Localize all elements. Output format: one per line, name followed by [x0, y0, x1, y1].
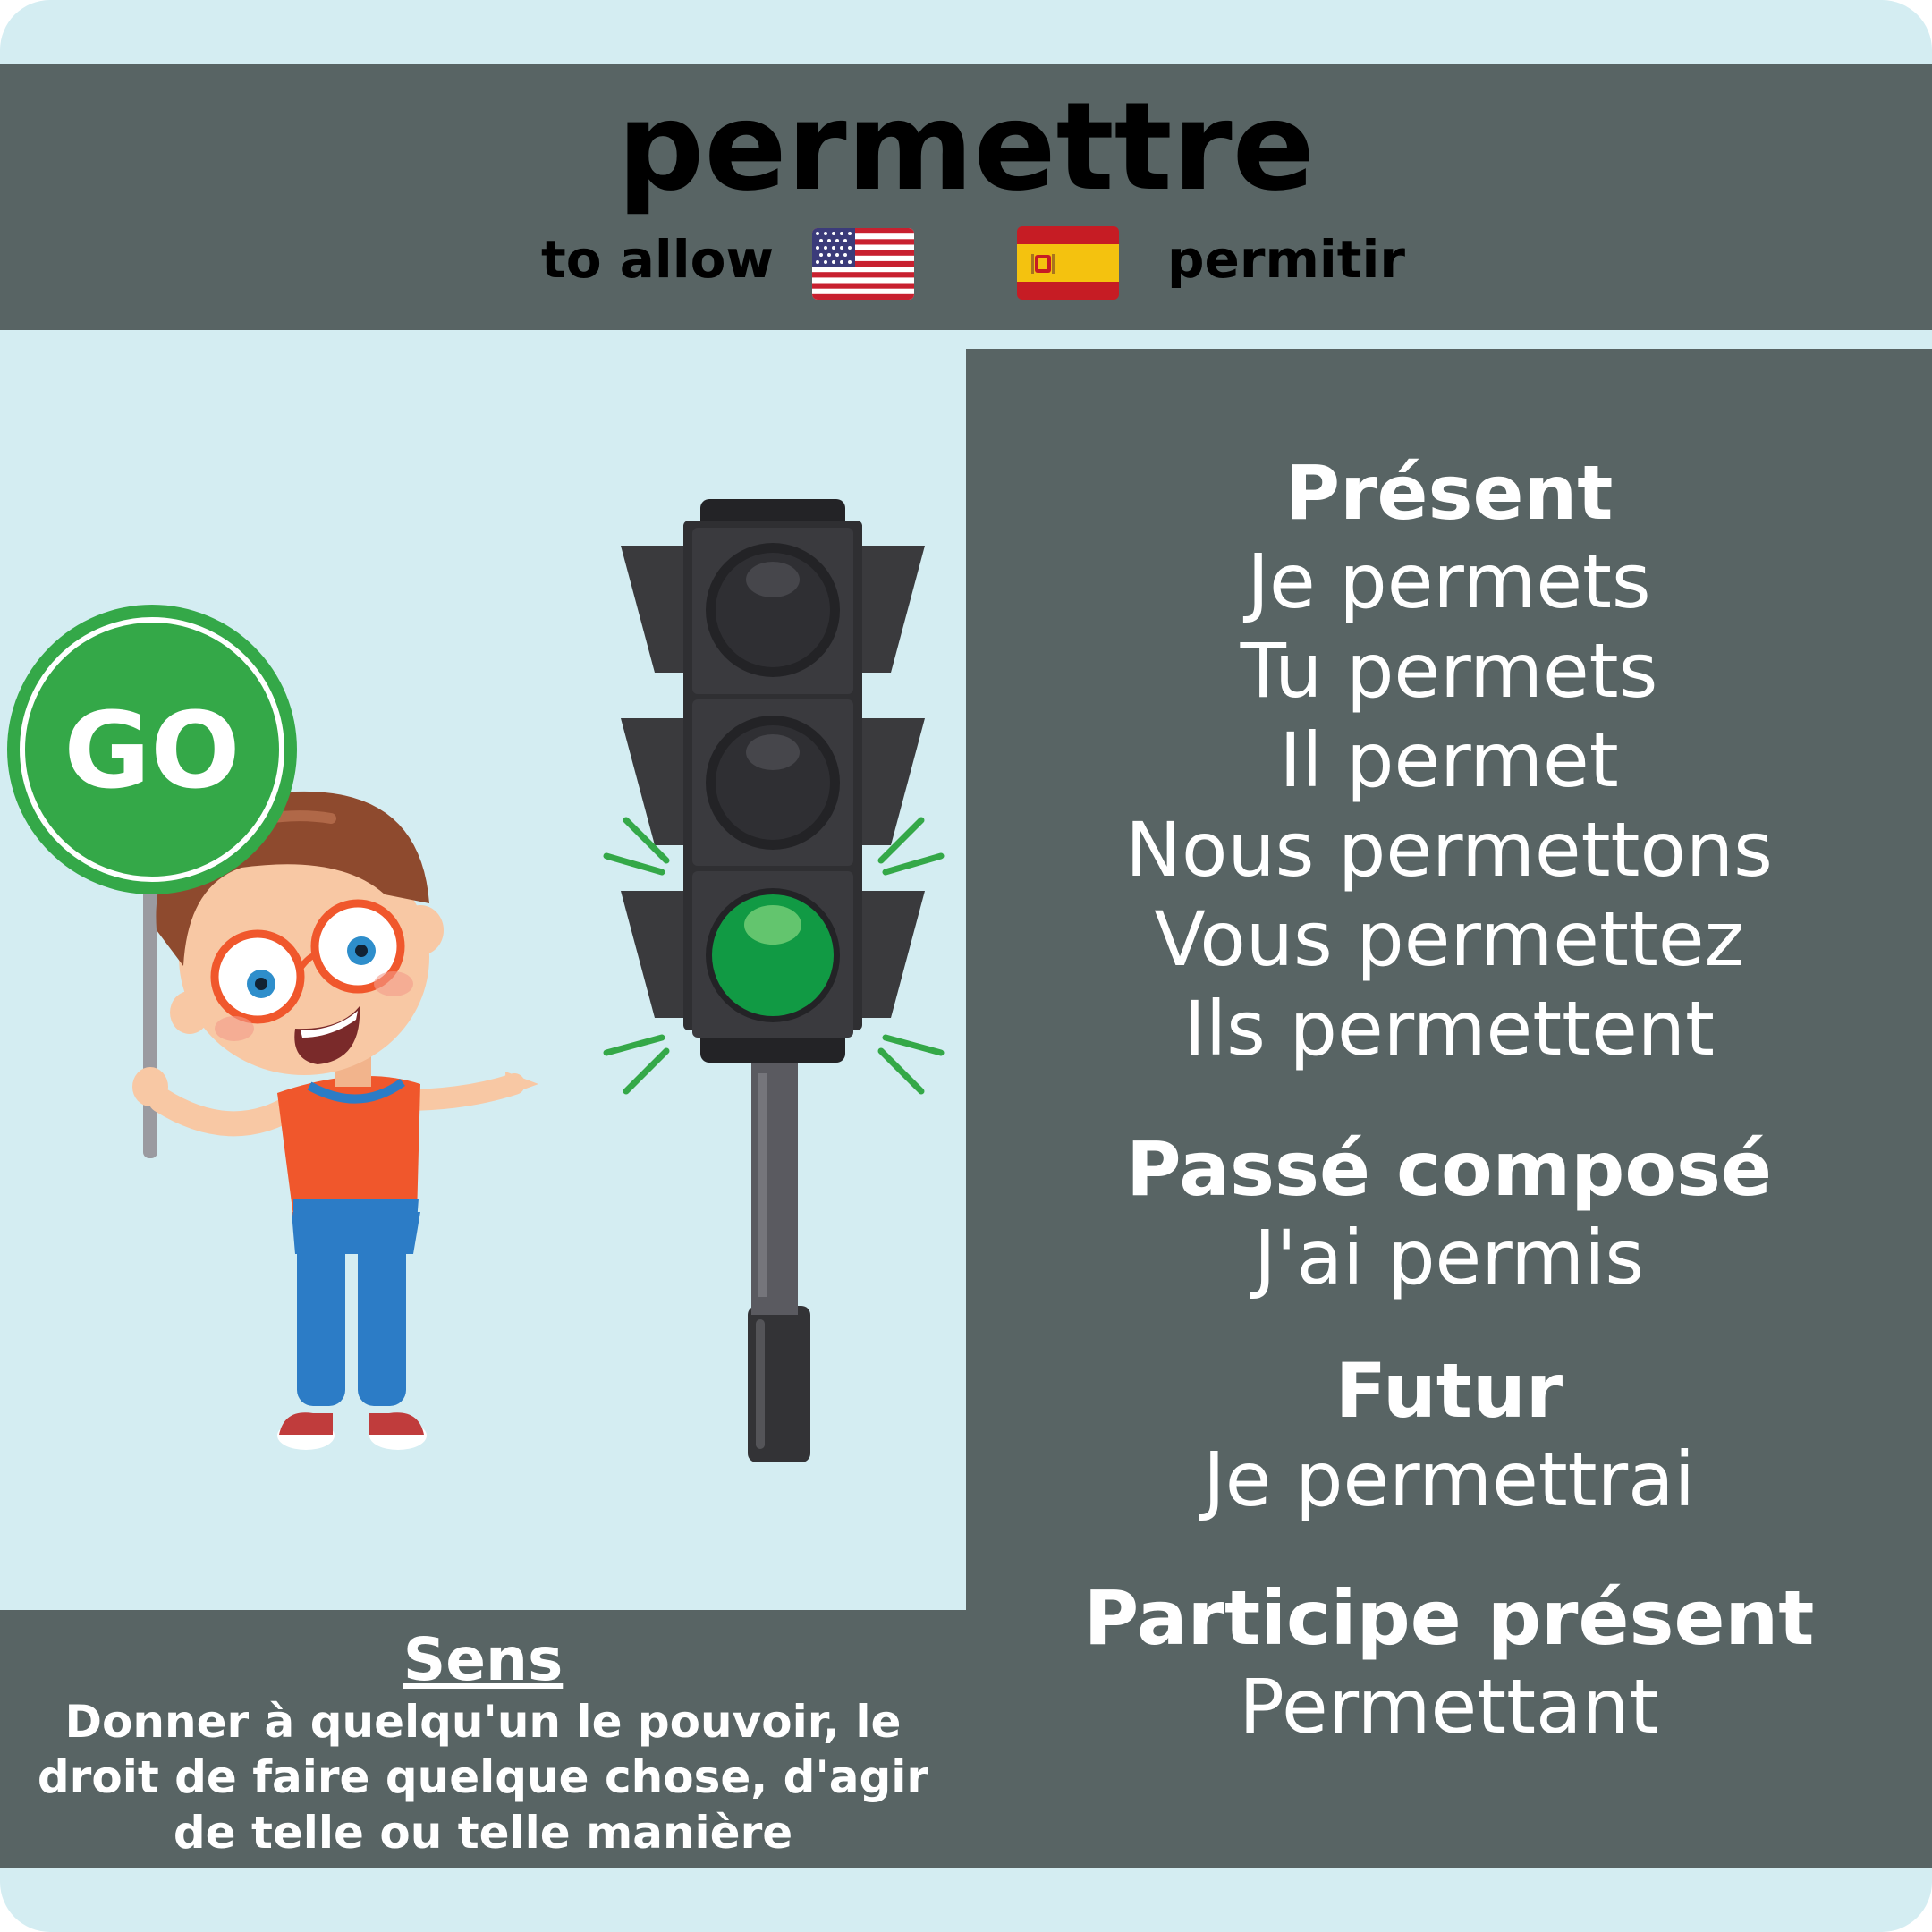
conj-line: J'ai permis [1253, 1214, 1645, 1301]
english-translation: to allow [541, 229, 775, 290]
illustration: GO [7, 499, 945, 1462]
conj-line: Je permets [1247, 538, 1651, 625]
tense-title-passe-compose: Passé composé [1125, 1125, 1773, 1213]
tense-title-futur: Futur [1335, 1347, 1563, 1435]
passe-compose-block: Passé composé J'ai permis [966, 1125, 1932, 1302]
boy-with-glasses [132, 791, 538, 1450]
verb-title: permettre [617, 77, 1315, 218]
flashcard: permettre to allow permitir GO Présent J… [0, 0, 1932, 1932]
meaning-panel: Sens Donner à quelqu'un le pouvoir, le d… [0, 1610, 966, 1868]
go-sign-icon: GO [7, 605, 297, 894]
conj-line: Je permettrai [1203, 1436, 1695, 1523]
spanish-translation: permitir [1167, 229, 1405, 290]
conj-line: Permettant [1239, 1663, 1659, 1750]
us-flag-icon [812, 228, 914, 300]
conj-line: Vous permettez [1154, 895, 1744, 983]
traffic-light-icon [603, 499, 945, 1462]
conj-line: Il permet [1279, 716, 1619, 804]
participe-present-block: Participe présent Permettant [966, 1574, 1932, 1751]
conj-line: Nous permettons [1125, 806, 1773, 894]
meaning-text: Donner à quelqu'un le pouvoir, le droit … [37, 1696, 929, 1859]
tense-title-present: Présent [1284, 449, 1614, 537]
conj-line: Tu permets [1240, 627, 1658, 715]
meaning-title: Sens [402, 1625, 564, 1694]
futur-block: Futur Je permettrai [966, 1347, 1932, 1524]
present-block: Présent Je permets Tu permets Il permet … [966, 449, 1932, 1073]
conj-line: Ils permettent [1183, 985, 1715, 1072]
tense-title-participe-present: Participe présent [1083, 1574, 1815, 1662]
spain-flag-icon [1017, 226, 1119, 300]
go-sign-text: GO [64, 689, 240, 812]
conjugation-panel: Présent Je permets Tu permets Il permet … [966, 349, 1932, 1868]
